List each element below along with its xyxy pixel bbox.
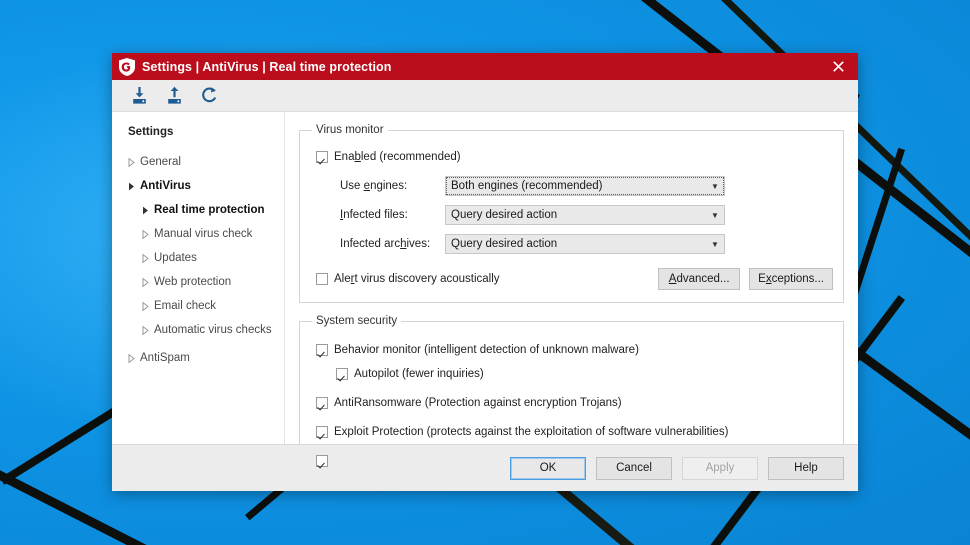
behavior-monitor-label: Behavior monitor (intelligent detection …	[334, 343, 639, 356]
sidebar-item-label: AntiVirus	[140, 180, 191, 192]
title-bar: Settings | AntiVirus | Real time protect…	[112, 53, 858, 80]
chevron-down-icon: ▼	[711, 210, 719, 220]
cancel-button-label: Cancel	[616, 462, 652, 474]
exploit-protection-checkbox[interactable]	[316, 425, 328, 438]
close-icon[interactable]	[818, 53, 858, 80]
download-disk-icon	[132, 87, 146, 104]
autopilot-checkbox[interactable]	[336, 367, 348, 380]
cancel-button[interactable]: Cancel	[596, 456, 672, 480]
toolbar	[112, 80, 858, 112]
sidebar-item-label: AntiSpam	[140, 352, 190, 364]
antiransomware-checkbox[interactable]	[316, 396, 328, 409]
gdata-shield-icon	[119, 57, 135, 76]
chevron-down-icon: ▼	[711, 181, 719, 191]
chevron-right-outline-icon	[142, 325, 154, 335]
chevron-right-filled-icon	[128, 182, 140, 191]
alert-acoustically-label: Alert virus discovery acoustically	[334, 273, 500, 285]
load-settings-button[interactable]	[126, 83, 152, 109]
virus-monitor-group: Virus monitor Enabled (recommended) Use …	[299, 124, 844, 303]
use-engines-value: Both engines (recommended)	[451, 180, 603, 192]
enabled-checkbox[interactable]	[316, 150, 328, 163]
sidebar-item-label: Email check	[154, 300, 216, 312]
sidebar-item-label: General	[140, 156, 181, 168]
virus-monitor-button-row: Alert virus discovery acoustically Advan…	[310, 268, 833, 290]
exceptions-button[interactable]: Exceptions...	[749, 268, 833, 290]
sidebar-item-label: Updates	[154, 252, 197, 264]
sidebar-item-manual-virus-check[interactable]: Manual virus check	[112, 222, 284, 246]
virus-monitor-legend: Virus monitor	[316, 124, 384, 136]
sidebar-title: Settings	[128, 126, 174, 138]
infected-files-label: Infected files:	[340, 209, 408, 221]
exploit-protection-label: Exploit Protection (protects against the…	[334, 425, 729, 438]
ok-button[interactable]: OK	[510, 456, 586, 480]
infected-files-row: Infected files: Query desired action ▼	[310, 205, 833, 225]
use-engines-row: Use engines: Both engines (recommended) …	[310, 176, 833, 196]
antiransomware-label: AntiRansomware (Protection against encry…	[334, 396, 622, 409]
ok-button-label: OK	[539, 462, 557, 474]
sidebar-item-automatic-virus-checks[interactable]: Automatic virus checks	[112, 318, 284, 342]
sidebar-item-antivirus[interactable]: AntiVirus	[112, 174, 284, 198]
use-engines-label: Use engines:	[340, 180, 408, 192]
chevron-right-outline-icon	[128, 353, 140, 363]
chevron-right-filled-icon	[142, 206, 154, 215]
window-title: Settings | AntiVirus | Real time protect…	[142, 59, 392, 74]
chevron-right-outline-icon	[142, 229, 154, 239]
behavior-monitor-checkbox[interactable]	[316, 343, 328, 356]
enabled-checkbox-row[interactable]: Enabled (recommended)	[316, 146, 833, 167]
chevron-right-outline-icon	[142, 277, 154, 287]
chevron-right-outline-icon	[142, 253, 154, 263]
use-engines-dropdown[interactable]: Both engines (recommended) ▼	[445, 176, 725, 196]
upload-disk-icon	[167, 86, 181, 104]
infected-archives-row: Infected archives: Query desired action …	[310, 234, 833, 254]
sidebar-item-web-protection[interactable]: Web protection	[112, 270, 284, 294]
advanced-button[interactable]: Advanced...	[658, 268, 741, 290]
settings-window: Settings | AntiVirus | Real time protect…	[112, 53, 858, 491]
apply-button-label: Apply	[705, 462, 735, 474]
sidebar-item-label: Automatic virus checks	[154, 324, 272, 336]
infected-archives-dropdown[interactable]: Query desired action ▼	[445, 234, 725, 254]
infected-archives-label: Infected archives:	[340, 238, 431, 250]
infected-files-dropdown[interactable]: Query desired action ▼	[445, 205, 725, 225]
save-settings-button[interactable]	[161, 83, 187, 109]
help-button-label: Help	[794, 462, 818, 474]
sidebar-item-label: Web protection	[154, 276, 232, 288]
settings-sidebar: Settings General AntiVirus Real time pro…	[112, 112, 285, 444]
sidebar-item-real-time-protection[interactable]: Real time protection	[112, 198, 284, 222]
exceptions-button-label: Exceptions...	[758, 273, 824, 285]
settings-content: Virus monitor Enabled (recommended) Use …	[285, 112, 858, 484]
sidebar-item-general[interactable]: General	[112, 150, 284, 174]
antiransomware-row[interactable]: AntiRansomware (Protection against encry…	[316, 392, 833, 413]
chevron-down-icon: ▼	[711, 239, 719, 249]
behavior-monitor-row[interactable]: Behavior monitor (intelligent detection …	[316, 339, 833, 360]
advanced-button-label: Advanced...	[668, 273, 730, 285]
sidebar-item-updates[interactable]: Updates	[112, 246, 284, 270]
autopilot-row[interactable]: Autopilot (fewer inquiries)	[336, 363, 833, 384]
enabled-checkbox-label: Enabled (recommended)	[334, 150, 461, 163]
exploit-protection-row[interactable]: Exploit Protection (protects against the…	[316, 421, 833, 442]
infected-files-value: Query desired action	[451, 209, 558, 221]
reset-settings-button[interactable]	[196, 83, 222, 109]
sidebar-item-email-check[interactable]: Email check	[112, 294, 284, 318]
chevron-right-outline-icon	[142, 301, 154, 311]
close-glyph	[832, 61, 844, 72]
infected-archives-value: Query desired action	[451, 238, 558, 250]
sidebar-item-label: Manual virus check	[154, 228, 253, 240]
sidebar-item-label: Real time protection	[154, 204, 265, 216]
window-body: Settings General AntiVirus Real time pro…	[112, 112, 858, 484]
help-button[interactable]: Help	[768, 456, 844, 480]
deepray-checkbox[interactable]	[316, 454, 328, 467]
chevron-right-outline-icon	[128, 157, 140, 167]
apply-button[interactable]: Apply	[682, 456, 758, 480]
refresh-circular-arrow-icon	[201, 87, 216, 103]
system-security-legend: System security	[316, 315, 398, 327]
sidebar-item-antispam[interactable]: AntiSpam	[112, 346, 284, 370]
autopilot-label: Autopilot (fewer inquiries)	[354, 367, 484, 380]
dialog-footer: OK Cancel Apply Help	[112, 444, 858, 491]
alert-acoustically-checkbox[interactable]	[316, 273, 328, 285]
